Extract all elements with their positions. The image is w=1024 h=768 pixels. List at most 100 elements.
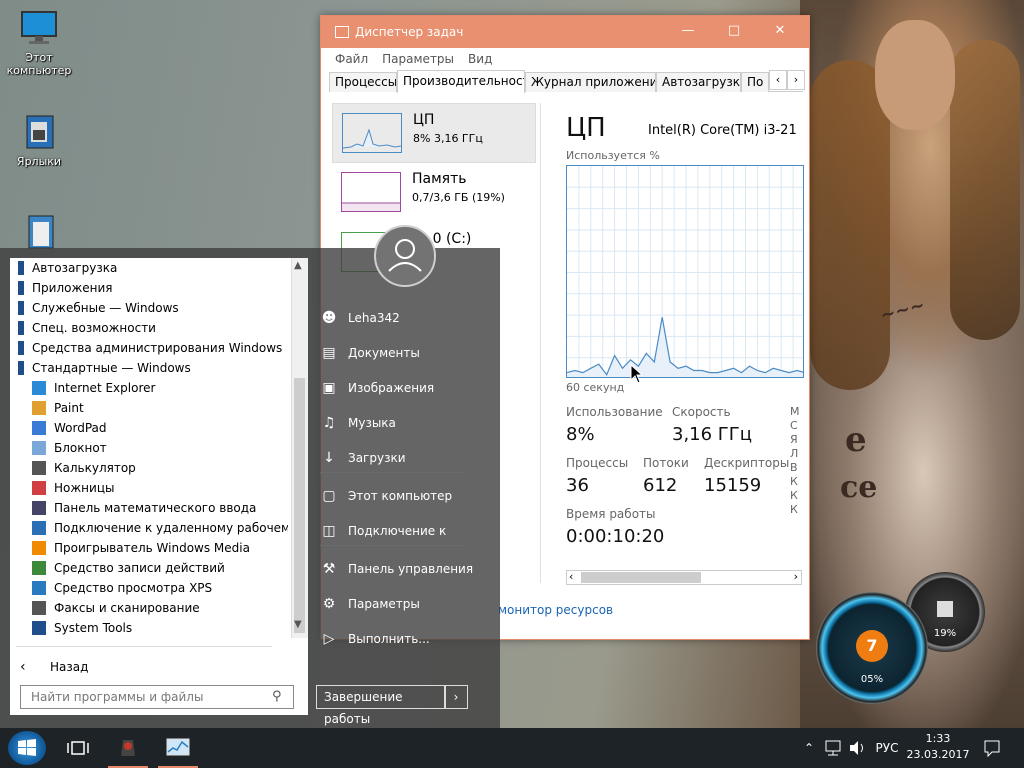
- cpu-model: Intel(R) Core(TM) i3-21: [648, 123, 797, 138]
- shutdown-button[interactable]: Завершение работы: [316, 685, 446, 726]
- control-panel-icon: ⚒: [322, 561, 336, 577]
- graph-time-label: 60 секунд: [566, 381, 625, 394]
- windows-logo-icon: [18, 739, 36, 756]
- place-item[interactable]: ☻ Leha342: [320, 301, 490, 335]
- app-list-item[interactable]: Средства администрирования Windows: [16, 338, 288, 358]
- xps-viewer-icon: [32, 581, 46, 595]
- notifications-icon[interactable]: [980, 728, 1004, 768]
- place-item[interactable]: ▢ Этот компьютер: [320, 479, 490, 513]
- minimize-button[interactable]: —: [665, 16, 711, 48]
- music-icon: ♫: [322, 415, 336, 431]
- back-button[interactable]: ‹ Назад: [18, 657, 218, 677]
- task-view-icon: [67, 741, 89, 755]
- app-list-item[interactable]: Автозагрузка: [16, 258, 288, 278]
- tab-scroll-left-button[interactable]: ‹: [769, 70, 787, 90]
- app-list-item[interactable]: Средство записи действий: [32, 558, 288, 578]
- place-item[interactable]: ▤ Документы: [320, 336, 490, 370]
- tab-app-history[interactable]: Журнал приложений: [525, 72, 656, 92]
- app-list-item[interactable]: Приложения: [16, 278, 288, 298]
- language-indicator[interactable]: РУС: [873, 728, 901, 768]
- app-list-item[interactable]: Проигрыватель Windows Media: [32, 538, 288, 558]
- tab-performance[interactable]: Производительность: [397, 70, 525, 93]
- desktop-icon-shortcuts[interactable]: Ярлыки: [4, 112, 74, 168]
- volume-icon[interactable]: [847, 728, 867, 768]
- scroll-thumb[interactable]: [294, 378, 305, 633]
- search-icon[interactable]: ⚲: [272, 689, 282, 704]
- math-input-icon: [32, 501, 46, 515]
- app-list-item[interactable]: Калькулятор: [32, 458, 288, 478]
- horizontal-scrollbar[interactable]: ‹ ›: [566, 570, 802, 585]
- app-list-item[interactable]: Средство просмотра XPS: [32, 578, 288, 598]
- place-item[interactable]: ⚒ Панель управления: [320, 552, 490, 586]
- tab-users[interactable]: По: [741, 72, 769, 92]
- tab-startup[interactable]: Автозагрузка: [656, 72, 741, 92]
- maximize-button[interactable]: □: [711, 16, 757, 48]
- place-item[interactable]: ▣ Изображения: [320, 371, 490, 405]
- title-bar[interactable]: Диспетчер задач — □ ✕: [321, 16, 809, 48]
- calculator-icon: [32, 461, 46, 475]
- start-button[interactable]: [8, 731, 46, 765]
- sidebar-item-cpu[interactable]: ЦП 8% 3,16 ГГц: [332, 103, 536, 163]
- app-list-item[interactable]: Ножницы: [32, 478, 288, 498]
- resource-monitor-link[interactable]: монитор ресурсов: [498, 603, 613, 617]
- app-list-item[interactable]: Факсы и сканирование: [32, 598, 288, 618]
- cpu-gauge-gadget[interactable]: 7 05%: [816, 592, 928, 704]
- folder-icon: [18, 341, 24, 355]
- connect-icon: ◫: [322, 523, 336, 539]
- scroll-right-arrow[interactable]: ›: [794, 570, 798, 583]
- app-list-item[interactable]: Панель математического ввода: [32, 498, 288, 518]
- clock-time: 1:33: [925, 732, 951, 745]
- network-icon[interactable]: [823, 728, 843, 768]
- scroll-up-arrow[interactable]: ▲: [294, 260, 302, 271]
- clock[interactable]: 1:33 23.03.2017: [902, 731, 974, 763]
- place-item[interactable]: ◫ Подключение к: [320, 514, 490, 548]
- app-list-item[interactable]: Paint: [32, 398, 288, 418]
- place-item[interactable]: ↓ Загрузки: [320, 441, 490, 475]
- app-list-item[interactable]: Подключение к удаленному рабочему ст...: [32, 518, 288, 538]
- handles-label: Дескрипторы: [704, 456, 790, 470]
- folder-icon: [18, 261, 24, 275]
- taskbar: ⌃ РУС 1:33 23.03.2017: [0, 728, 1024, 768]
- app-list-item[interactable]: Стандартные — Windows: [16, 358, 288, 378]
- app-list-item[interactable]: WordPad: [32, 418, 288, 438]
- close-button[interactable]: ✕: [757, 16, 803, 48]
- place-item[interactable]: ♫ Музыка: [320, 406, 490, 440]
- paint-icon: [32, 401, 46, 415]
- taskbar-app-task-manager[interactable]: [158, 728, 198, 768]
- menu-options[interactable]: Параметры: [382, 52, 454, 66]
- tab-bar: Процессы Производительность Журнал прило…: [329, 70, 805, 93]
- taskbar-app-firewall[interactable]: [108, 728, 148, 768]
- window-title: Диспетчер задач: [355, 25, 464, 39]
- shutdown-options-button[interactable]: ›: [444, 685, 468, 709]
- app-list-item[interactable]: Блокнот: [32, 438, 288, 458]
- threads-label: Потоки: [643, 456, 689, 470]
- ie-icon: [32, 381, 46, 395]
- speed-label: Скорость: [672, 405, 731, 419]
- search-input[interactable]: Найти программы и файлы: [20, 685, 294, 709]
- cpu-gauge-percent: 05%: [860, 674, 884, 685]
- place-item[interactable]: ⚙ Параметры: [320, 587, 490, 621]
- task-view-button[interactable]: [62, 728, 94, 768]
- sidebar-item-memory[interactable]: Память 0,7/3,6 ГБ (19%): [332, 163, 536, 223]
- user-avatar[interactable]: [374, 225, 436, 287]
- chevron-up-icon[interactable]: ⌃: [800, 728, 818, 768]
- place-divider-2: [320, 545, 465, 546]
- scroll-down-arrow[interactable]: ▼: [294, 619, 302, 630]
- app-list-item[interactable]: System Tools: [32, 618, 288, 638]
- app-list-scrollbar[interactable]: ▲ ▼: [291, 258, 308, 638]
- menu-view[interactable]: Вид: [468, 52, 492, 66]
- app-list-item[interactable]: Служебные — Windows: [16, 298, 288, 318]
- usage-value: 8%: [566, 424, 595, 445]
- monitor-icon: [19, 8, 59, 48]
- desktop-icon-this-pc[interactable]: Этот компьютер: [4, 8, 74, 77]
- app-list-item[interactable]: Internet Explorer: [32, 378, 288, 398]
- tab-processes[interactable]: Процессы: [329, 72, 397, 92]
- scroll-left-arrow[interactable]: ‹: [569, 570, 573, 583]
- menu-file[interactable]: Файл: [335, 52, 368, 66]
- tab-scroll-right-button[interactable]: ›: [787, 70, 805, 90]
- app-list-item[interactable]: Спец. возможности: [16, 318, 288, 338]
- start-menu: Автозагрузка Приложения Служебные — Window…: [0, 248, 500, 728]
- scroll-thumb[interactable]: [581, 572, 701, 583]
- place-item[interactable]: ▷ Выполнить...: [320, 622, 490, 656]
- handles-value: 15159: [704, 475, 762, 496]
